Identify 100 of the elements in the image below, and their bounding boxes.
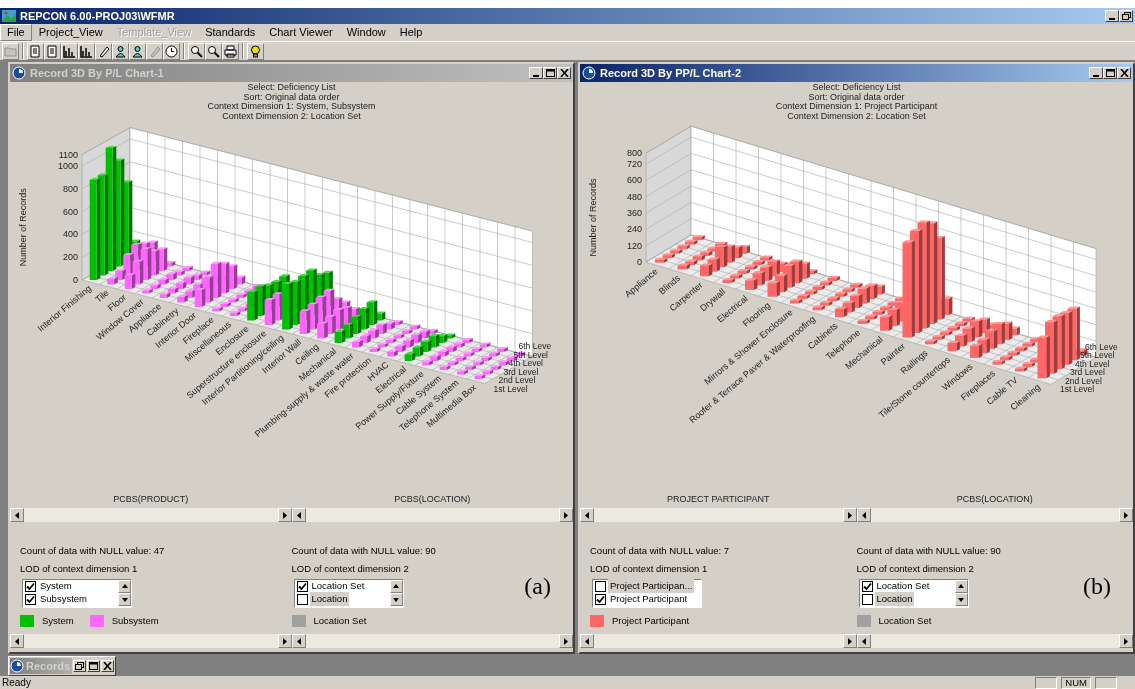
window-title: Record 3D By PP/L Chart-2	[600, 65, 741, 81]
checkbox[interactable]	[595, 580, 606, 592]
menu-item[interactable]: Project_View	[31, 24, 110, 41]
axis-tick-label: 480	[626, 191, 642, 202]
horizontal-scrollbar[interactable]	[291, 634, 573, 648]
list-item[interactable]: Location Set	[309, 578, 367, 594]
toolbar-button[interactable]	[129, 42, 146, 60]
toolbar-button[interactable]	[61, 42, 78, 60]
field-label: LOD of context dimension 1	[20, 562, 139, 577]
horizontal-scrollbar[interactable]	[856, 508, 1133, 522]
status-indicator: NUM	[1061, 676, 1091, 689]
checkbox[interactable]	[595, 593, 606, 605]
list-item[interactable]: Location Set	[874, 578, 932, 594]
list-item[interactable]: Subsystem	[38, 591, 89, 607]
scroll-right-button[interactable]	[277, 634, 292, 648]
toolbar-button[interactable]	[247, 42, 264, 60]
null-count-text: Count of data with NULL value: 90	[856, 544, 1002, 558]
minimize-button[interactable]	[1105, 10, 1119, 22]
axis-tick-label: 600	[626, 175, 642, 186]
chart-subtitle: Sort: Original data order	[243, 92, 340, 102]
scroll-left-button[interactable]	[580, 634, 594, 648]
scroll-right-button[interactable]	[1119, 508, 1133, 522]
toolbar-button[interactable]	[188, 42, 205, 60]
checkbox[interactable]	[25, 593, 36, 605]
horizontal-scrollbar[interactable]	[10, 508, 292, 522]
scroll-up-button[interactable]	[954, 579, 968, 593]
list-box[interactable]: Project Participan... Project Participant	[592, 578, 702, 608]
right-arrow-icon	[563, 637, 569, 645]
horizontal-scrollbar[interactable]	[856, 634, 1133, 648]
checkbox[interactable]	[296, 580, 308, 592]
scroll-up-button[interactable]	[389, 579, 403, 593]
maximize-button[interactable]	[87, 660, 100, 672]
landscape-icon	[2, 10, 16, 22]
axis-tick-label: 800	[626, 148, 642, 159]
restore-button[interactable]	[1119, 10, 1133, 22]
scroll-up-button[interactable]	[118, 579, 131, 593]
chart-subtitle: Context Dimension 1: Project Participant	[774, 102, 939, 112]
bar-chart-icon	[80, 44, 93, 58]
minimize-button[interactable]	[529, 67, 543, 79]
axis-tick-label: 0	[73, 275, 78, 285]
close-button[interactable]	[557, 67, 571, 79]
list-box[interactable]: System Subsystem	[22, 578, 132, 608]
scroll-left-button[interactable]	[580, 508, 594, 522]
close-icon	[103, 662, 112, 670]
scroll-right-button[interactable]	[559, 634, 573, 648]
field-label: LOD of context dimension 2	[856, 562, 975, 577]
list-item[interactable]: Location	[874, 591, 915, 607]
checkbox[interactable]	[861, 580, 873, 592]
list-item[interactable]: System	[38, 578, 74, 594]
axis-tick-label: 800	[62, 183, 78, 194]
chart-subtitle: Context Dimension 2: Location Set	[221, 111, 361, 121]
menu-item[interactable]: Help	[392, 24, 430, 41]
menu-item[interactable]: Window	[339, 24, 393, 41]
scroll-right-button[interactable]	[842, 508, 857, 522]
menu-item[interactable]: File	[0, 24, 32, 41]
scroll-right-button[interactable]	[277, 508, 292, 522]
horizontal-scrollbar[interactable]	[580, 508, 857, 522]
list-box[interactable]: Location Set Location	[858, 578, 969, 608]
axis-caption: PCBS(PRODUCT)	[112, 493, 190, 507]
menu-item[interactable]: Chart Viewer	[262, 24, 340, 41]
chart-subtitle: Context Dimension 1: System, Subsystem	[206, 102, 377, 112]
toolbar-button[interactable]	[112, 42, 129, 60]
level-label: 6th Leve	[1085, 341, 1118, 352]
magnifier-icon	[190, 44, 203, 58]
scroll-left-button[interactable]	[10, 634, 24, 648]
axis-tick-label: 1000	[57, 161, 78, 171]
maximize-button[interactable]	[543, 67, 557, 79]
horizontal-scrollbar[interactable]	[580, 634, 857, 648]
axis-title: Number of Records	[18, 188, 28, 267]
minimize-button[interactable]	[1089, 67, 1103, 79]
horizontal-scrollbar[interactable]	[291, 508, 573, 522]
legend-label: Subsystem	[111, 613, 159, 628]
up-arrow-icon	[121, 582, 128, 590]
checkbox[interactable]	[25, 580, 36, 592]
checkbox[interactable]	[296, 593, 308, 605]
toolbar-button[interactable]	[222, 42, 239, 60]
window-title: Record 3D By P/L Chart-1	[30, 65, 164, 81]
close-button[interactable]	[1117, 67, 1131, 79]
toolbar-button[interactable]	[95, 42, 112, 60]
toolbar-button[interactable]	[205, 42, 222, 60]
scroll-left-button[interactable]	[10, 508, 24, 522]
menu-item[interactable]: Standards	[198, 24, 263, 41]
maximize-button[interactable]	[1103, 67, 1117, 79]
list-item[interactable]: Location	[309, 591, 350, 607]
restore-button[interactable]	[73, 660, 86, 672]
window-title: REPCON 6.00-PROJ03\WFMR	[20, 8, 175, 24]
list-item[interactable]: Project Participan...	[608, 578, 695, 594]
close-button[interactable]	[101, 660, 114, 672]
list-item[interactable]: Project Participant	[608, 591, 690, 607]
axis-caption: PROJECT PARTICIPANT	[666, 493, 771, 507]
checkbox[interactable]	[861, 593, 873, 605]
level-label: 2nd Level	[1065, 375, 1102, 386]
scroll-right-button[interactable]	[1119, 634, 1133, 648]
scroll-right-button[interactable]	[842, 634, 857, 648]
toolbar-button[interactable]	[163, 42, 180, 60]
scroll-right-button[interactable]	[559, 508, 573, 522]
toolbar-button[interactable]	[78, 42, 95, 60]
horizontal-scrollbar[interactable]	[10, 634, 292, 648]
level-label: 5th Level	[1080, 350, 1115, 361]
list-box[interactable]: Location Set Location	[293, 578, 404, 608]
